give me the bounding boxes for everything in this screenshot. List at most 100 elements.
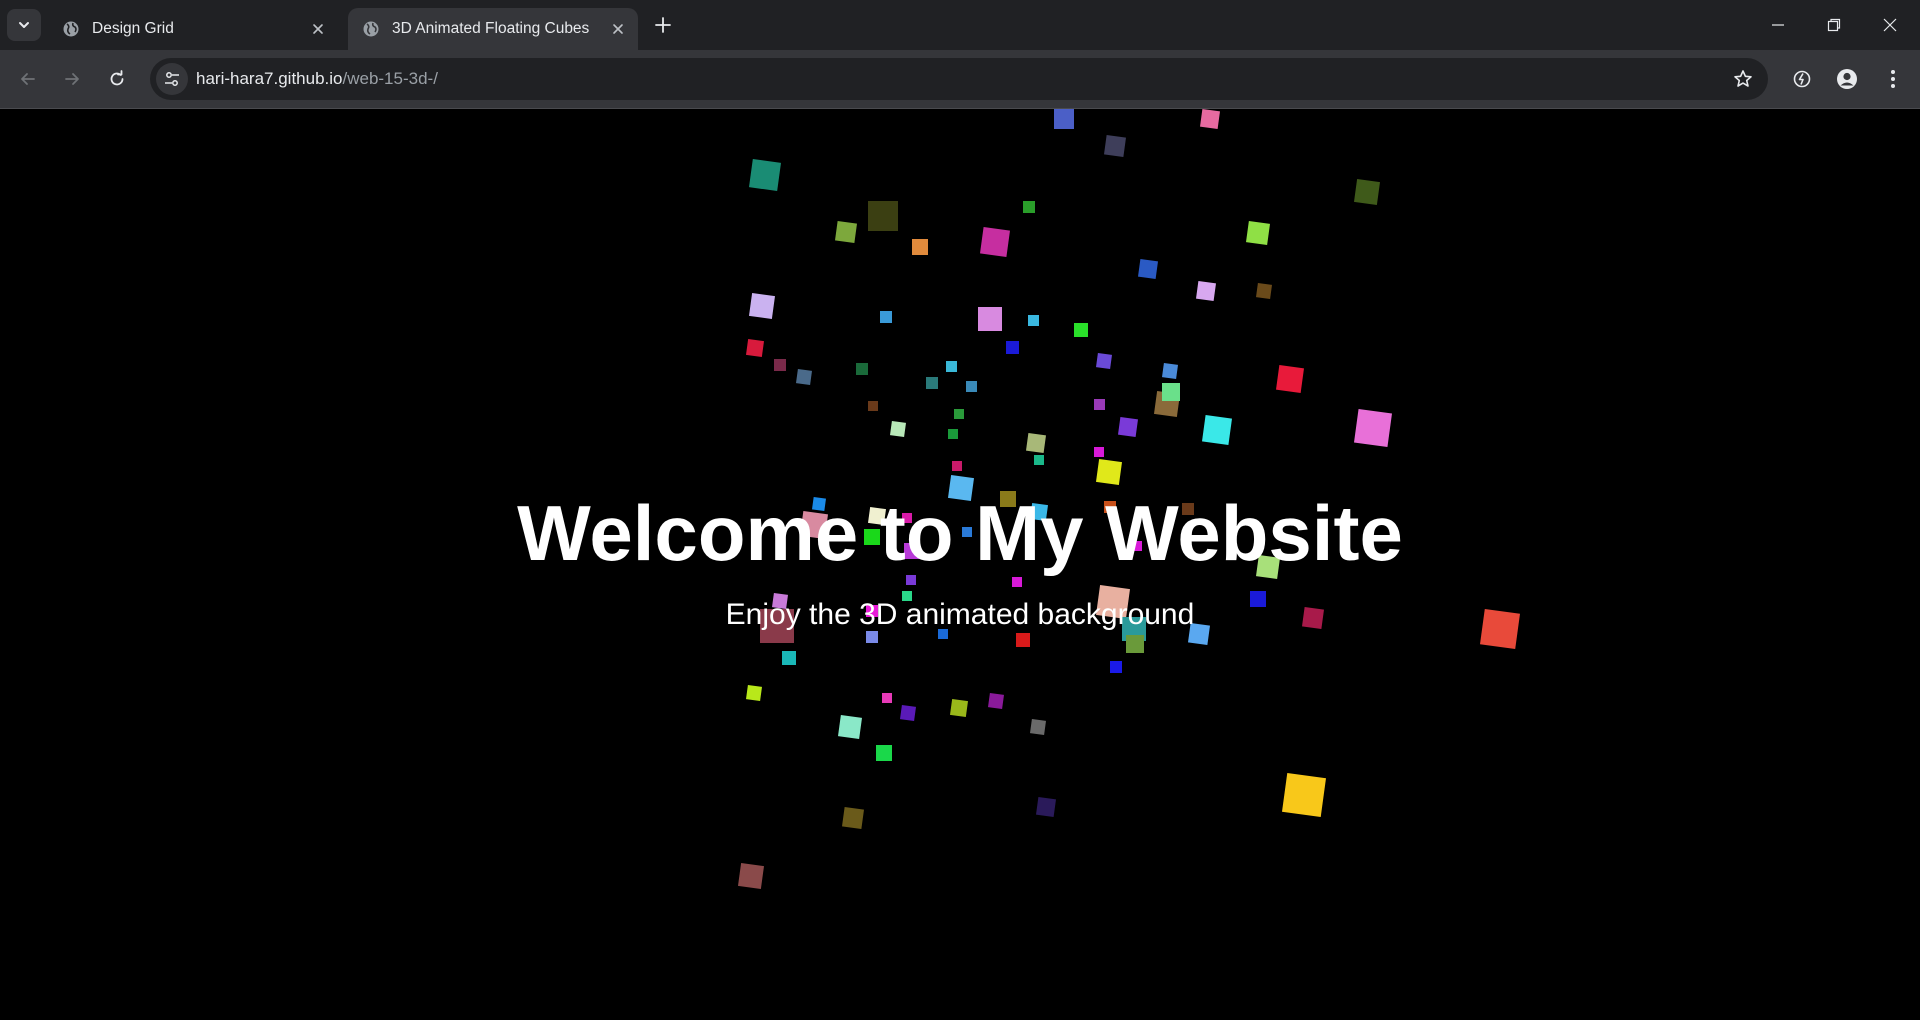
floating-cube — [1138, 259, 1158, 279]
floating-cube — [906, 575, 916, 585]
floating-cube — [1132, 541, 1142, 551]
floating-cube — [1162, 363, 1178, 379]
floating-cube — [1096, 459, 1122, 485]
arrow-left-icon — [21, 73, 35, 85]
floating-cube — [938, 629, 948, 639]
floating-cube — [1104, 501, 1116, 513]
floating-cube — [1126, 635, 1144, 653]
menu-button[interactable] — [1876, 62, 1910, 96]
floating-cube — [1034, 455, 1044, 465]
floating-cube — [946, 361, 957, 372]
floating-cube — [948, 429, 958, 439]
reload-button[interactable] — [100, 62, 134, 96]
site-info-button[interactable] — [156, 63, 188, 95]
tab-3d-animated-floating-cubes[interactable]: 3D Animated Floating Cubes — [348, 8, 638, 50]
forward-button[interactable] — [55, 62, 89, 96]
tab-title: Design Grid — [92, 20, 174, 37]
globe-icon — [62, 20, 80, 38]
floating-cube — [796, 369, 812, 385]
floating-cube — [782, 651, 796, 665]
floating-cube — [738, 863, 764, 889]
floating-cube — [864, 529, 880, 545]
floating-cube — [1282, 773, 1326, 817]
floating-cube — [1276, 365, 1304, 393]
back-button[interactable] — [11, 62, 45, 96]
floating-cube — [1480, 609, 1520, 649]
floating-cube — [856, 363, 868, 375]
floating-cube — [1026, 433, 1046, 453]
minimize-icon — [1772, 24, 1784, 26]
floating-cube — [952, 461, 962, 471]
url-text: hari-hara7.github.io/web-15-3d-/ — [196, 69, 438, 89]
plus-icon — [655, 17, 671, 33]
minimize-button[interactable] — [1750, 0, 1806, 50]
floating-cube — [900, 705, 916, 721]
floating-cube — [772, 593, 788, 609]
floating-cube — [1028, 315, 1039, 326]
restore-button[interactable] — [1806, 0, 1862, 50]
star-icon — [1734, 70, 1752, 87]
floating-cube — [774, 359, 786, 371]
floating-cube — [966, 381, 977, 392]
floating-cube — [902, 591, 912, 601]
account-icon — [1837, 69, 1857, 89]
floating-cube — [866, 631, 878, 643]
close-icon — [1883, 18, 1897, 32]
floating-cube — [746, 685, 762, 701]
reload-icon — [110, 70, 124, 86]
restore-icon — [1827, 18, 1841, 32]
floating-cube — [1354, 409, 1392, 447]
floating-cube — [866, 605, 878, 617]
chevron-down-icon — [19, 22, 29, 28]
floating-cube — [1200, 109, 1220, 129]
floating-cube — [904, 543, 920, 559]
floating-cube — [800, 511, 828, 539]
bookmark-button[interactable] — [1730, 66, 1756, 92]
floating-cube — [1054, 109, 1074, 129]
floating-cube — [954, 409, 964, 419]
floating-cube — [926, 377, 938, 389]
floating-cube — [760, 609, 794, 643]
floating-cube — [912, 239, 928, 255]
floating-cube — [950, 699, 968, 717]
floating-cube — [1006, 341, 1019, 354]
floating-cube — [842, 807, 864, 829]
performance-button[interactable] — [1785, 62, 1819, 96]
floating-cube — [1016, 633, 1030, 647]
floating-cube — [1302, 607, 1324, 629]
tab-search-button[interactable] — [7, 9, 41, 41]
tab-design-grid[interactable]: Design Grid — [48, 8, 338, 50]
floating-cube — [1104, 135, 1126, 157]
floating-cube — [1202, 415, 1232, 445]
browser-window: Design Grid 3D Animated Floating Cubes h… — [0, 0, 1920, 1020]
floating-cube — [1030, 503, 1048, 521]
floating-cube — [812, 497, 826, 511]
close-window-button[interactable] — [1862, 0, 1918, 50]
floating-cube — [988, 693, 1004, 709]
new-tab-button[interactable] — [650, 12, 676, 38]
floating-cube — [1000, 491, 1016, 507]
profile-button[interactable] — [1830, 62, 1864, 96]
floating-cube — [962, 527, 972, 537]
url-host: hari-hara7.github.io — [196, 69, 343, 88]
floating-cube — [1256, 555, 1280, 579]
floating-cube — [978, 307, 1002, 331]
close-icon[interactable] — [306, 17, 330, 41]
close-icon[interactable] — [606, 17, 630, 41]
floating-cube — [835, 221, 857, 243]
floating-cube — [882, 693, 892, 703]
floating-cube — [1256, 283, 1272, 299]
floating-cube — [1096, 585, 1130, 619]
tune-icon — [165, 72, 179, 86]
floating-cube — [1246, 221, 1270, 245]
more-vert-icon — [1891, 70, 1895, 88]
floating-cube — [1094, 447, 1104, 457]
floating-cube — [876, 745, 892, 761]
floating-cube — [1110, 661, 1122, 673]
floating-cube — [948, 475, 974, 501]
floating-cubes-background — [738, 109, 1520, 889]
speed-icon — [1793, 70, 1811, 88]
floating-cube — [868, 507, 886, 525]
address-bar[interactable]: hari-hara7.github.io/web-15-3d-/ — [150, 58, 1768, 100]
floating-cube — [1188, 623, 1210, 645]
